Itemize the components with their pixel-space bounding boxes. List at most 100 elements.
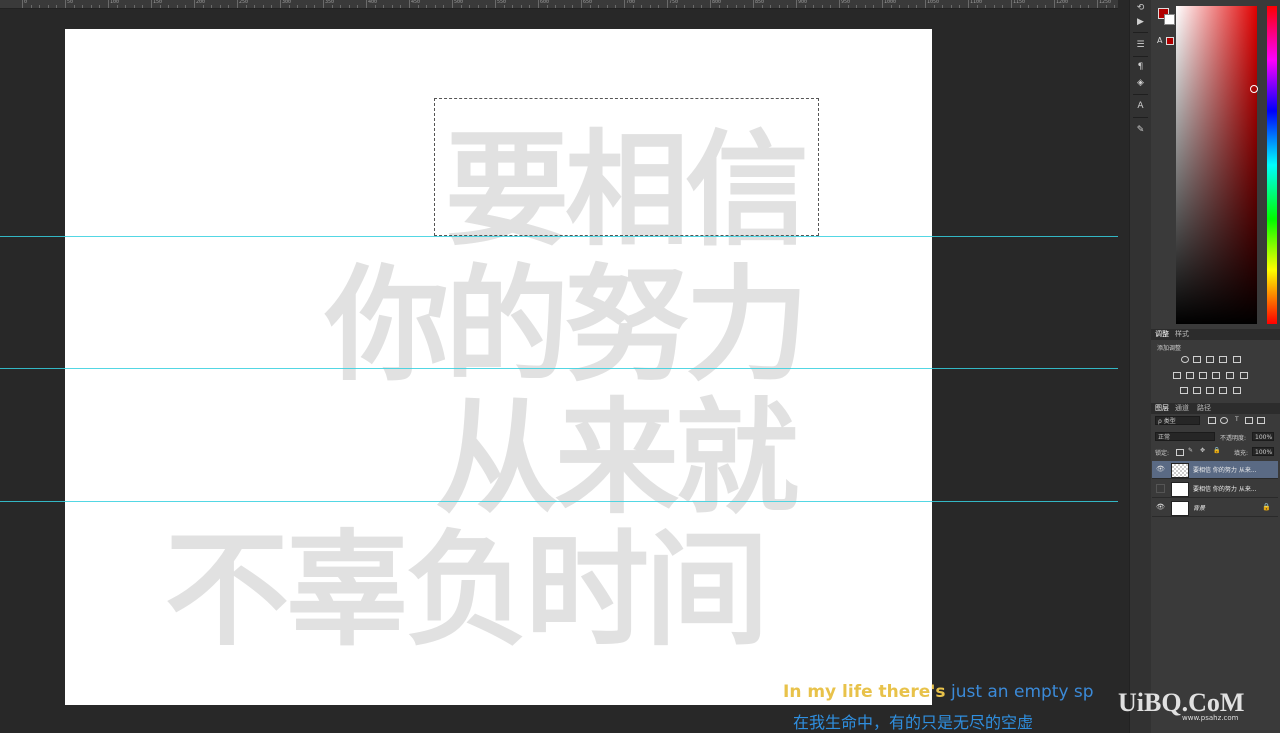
subtitle-chinese: 在我生命中，有的只是无尽的空虚 <box>793 713 1034 732</box>
lock-transparent-icon[interactable] <box>1176 449 1184 456</box>
posterize-icon[interactable] <box>1193 387 1201 394</box>
hue-saturation-icon[interactable] <box>1173 372 1181 379</box>
layer-name[interactable]: 要相信 你的努力 从来... <box>1193 484 1257 493</box>
character-icon[interactable]: A <box>1133 99 1148 113</box>
tab-styles[interactable]: 样式 <box>1175 329 1189 339</box>
levels-icon[interactable] <box>1193 356 1201 363</box>
ruler-minor-tick <box>787 5 789 8</box>
ruler-tick <box>839 0 840 8</box>
color-field[interactable] <box>1176 6 1257 324</box>
lock-position-icon[interactable]: ✥ <box>1200 447 1205 454</box>
threshold-icon[interactable] <box>1206 387 1214 394</box>
ruler-label: 1000 <box>884 0 897 5</box>
ruler-minor-tick <box>357 5 359 8</box>
layer-row[interactable]: 要相信 你的努力 从来... <box>1152 480 1278 498</box>
color-picker-cursor[interactable] <box>1250 85 1258 93</box>
ruler-minor-tick <box>1079 5 1081 8</box>
layer-row[interactable]: 👁 要相信 你的努力 从来... <box>1152 461 1278 479</box>
paragraph-icon[interactable]: ¶ <box>1133 60 1148 74</box>
ruler-minor-tick <box>555 5 557 8</box>
visibility-eye-icon[interactable]: 👁 <box>1156 503 1165 511</box>
layer-filter-select[interactable]: ρ 类型 <box>1155 416 1200 425</box>
layer-row[interactable]: 👁 背景 🔒 <box>1152 499 1278 517</box>
layers-icon[interactable]: ◈ <box>1133 76 1148 90</box>
hue-slider[interactable] <box>1267 6 1277 324</box>
blend-mode-select[interactable]: 正常 <box>1155 432 1215 441</box>
ruler-minor-tick <box>598 5 600 8</box>
ruler-label: 200 <box>196 0 206 5</box>
filter-adjustment-icon[interactable] <box>1220 417 1228 424</box>
ruler-minor-tick <box>993 5 995 8</box>
filter-smart-icon[interactable] <box>1257 417 1265 424</box>
lock-paint-icon[interactable]: ✎ <box>1188 447 1193 454</box>
photo-filter-icon[interactable] <box>1212 372 1220 379</box>
visibility-toggle-empty[interactable] <box>1156 484 1165 493</box>
horizontal-guide[interactable] <box>0 368 1118 369</box>
ruler-minor-tick <box>1002 5 1004 8</box>
exposure-icon[interactable] <box>1219 356 1227 363</box>
ruler-minor-tick <box>469 5 471 8</box>
curves-icon[interactable] <box>1206 356 1214 363</box>
divider <box>1133 32 1148 33</box>
adjust-icon[interactable]: ☰ <box>1133 38 1148 52</box>
filter-pixel-icon[interactable] <box>1208 417 1216 424</box>
ruler-tick <box>495 0 496 8</box>
ruler-minor-tick <box>1071 5 1073 8</box>
ruler-label: 300 <box>282 0 292 5</box>
ruler-minor-tick <box>821 5 823 8</box>
ruler-minor-tick <box>649 5 651 8</box>
invert-icon[interactable] <box>1180 387 1188 394</box>
layer-name[interactable]: 背景 <box>1193 503 1205 512</box>
ruler-minor-tick <box>718 5 720 8</box>
opacity-input[interactable]: 100% <box>1252 432 1274 441</box>
selection-marquee[interactable] <box>434 98 819 236</box>
ruler-minor-tick <box>56 5 58 8</box>
ruler-tick <box>1011 0 1012 8</box>
color-balance-icon[interactable] <box>1186 372 1194 379</box>
horizontal-guide[interactable] <box>0 236 1118 237</box>
black-white-icon[interactable] <box>1199 372 1207 379</box>
ruler-minor-tick <box>563 5 565 8</box>
color-lookup-icon[interactable] <box>1240 372 1248 379</box>
ruler-minor-tick <box>529 5 531 8</box>
background-color-swatch[interactable] <box>1164 14 1175 25</box>
filter-shape-icon[interactable] <box>1245 417 1253 424</box>
ruler-minor-tick <box>219 5 221 8</box>
ruler-label: 400 <box>368 0 378 5</box>
ruler-minor-tick <box>305 5 307 8</box>
gradient-map-icon[interactable] <box>1219 387 1227 394</box>
vibrance-icon[interactable] <box>1233 356 1241 363</box>
tab-adjustments[interactable]: 调整 <box>1155 329 1169 339</box>
tab-channels[interactable]: 通道 <box>1175 403 1189 413</box>
subtitle-english: In my life there's just an empty sp <box>783 682 1094 702</box>
ruler-minor-tick <box>297 5 299 8</box>
ruler-label: 500 <box>454 0 464 5</box>
ruler-minor-tick <box>916 5 918 8</box>
tab-layers[interactable]: 图层 <box>1155 403 1169 413</box>
selective-color-icon[interactable] <box>1233 387 1241 394</box>
ruler-minor-tick <box>47 5 49 8</box>
ruler-minor-tick <box>90 5 92 8</box>
filter-type-icon[interactable]: T <box>1235 416 1239 423</box>
gamut-warning-swatch[interactable] <box>1166 37 1174 45</box>
lock-label: 锁定: <box>1155 450 1170 457</box>
layer-name[interactable]: 要相信 你的努力 从来... <box>1193 465 1257 474</box>
channel-mixer-icon[interactable] <box>1226 372 1234 379</box>
ruler-minor-tick <box>288 5 290 8</box>
play-icon[interactable]: ▶ <box>1133 15 1148 29</box>
brightness-icon[interactable] <box>1181 356 1189 363</box>
ruler-minor-tick <box>271 5 273 8</box>
history-icon[interactable]: ⟲ <box>1133 1 1148 15</box>
brush-preset-icon[interactable]: ✎ <box>1133 123 1148 137</box>
fill-input[interactable]: 100% <box>1252 447 1274 456</box>
gamut-warning-icon[interactable]: A <box>1157 36 1162 45</box>
ruler-minor-tick <box>572 5 574 8</box>
visibility-eye-icon[interactable]: 👁 <box>1156 465 1165 473</box>
ruler-label: 900 <box>798 0 808 5</box>
horizontal-guide[interactable] <box>0 501 1118 502</box>
tab-paths[interactable]: 路径 <box>1197 403 1211 413</box>
fill-label: 填充: <box>1234 450 1249 457</box>
lock-all-icon[interactable]: 🔒 <box>1213 447 1220 454</box>
ruler-tick <box>1097 0 1098 8</box>
top-ruler[interactable]: 0 50 100 150 200 250 300 350 400 450 500 550 600 650 7… <box>0 0 1118 9</box>
